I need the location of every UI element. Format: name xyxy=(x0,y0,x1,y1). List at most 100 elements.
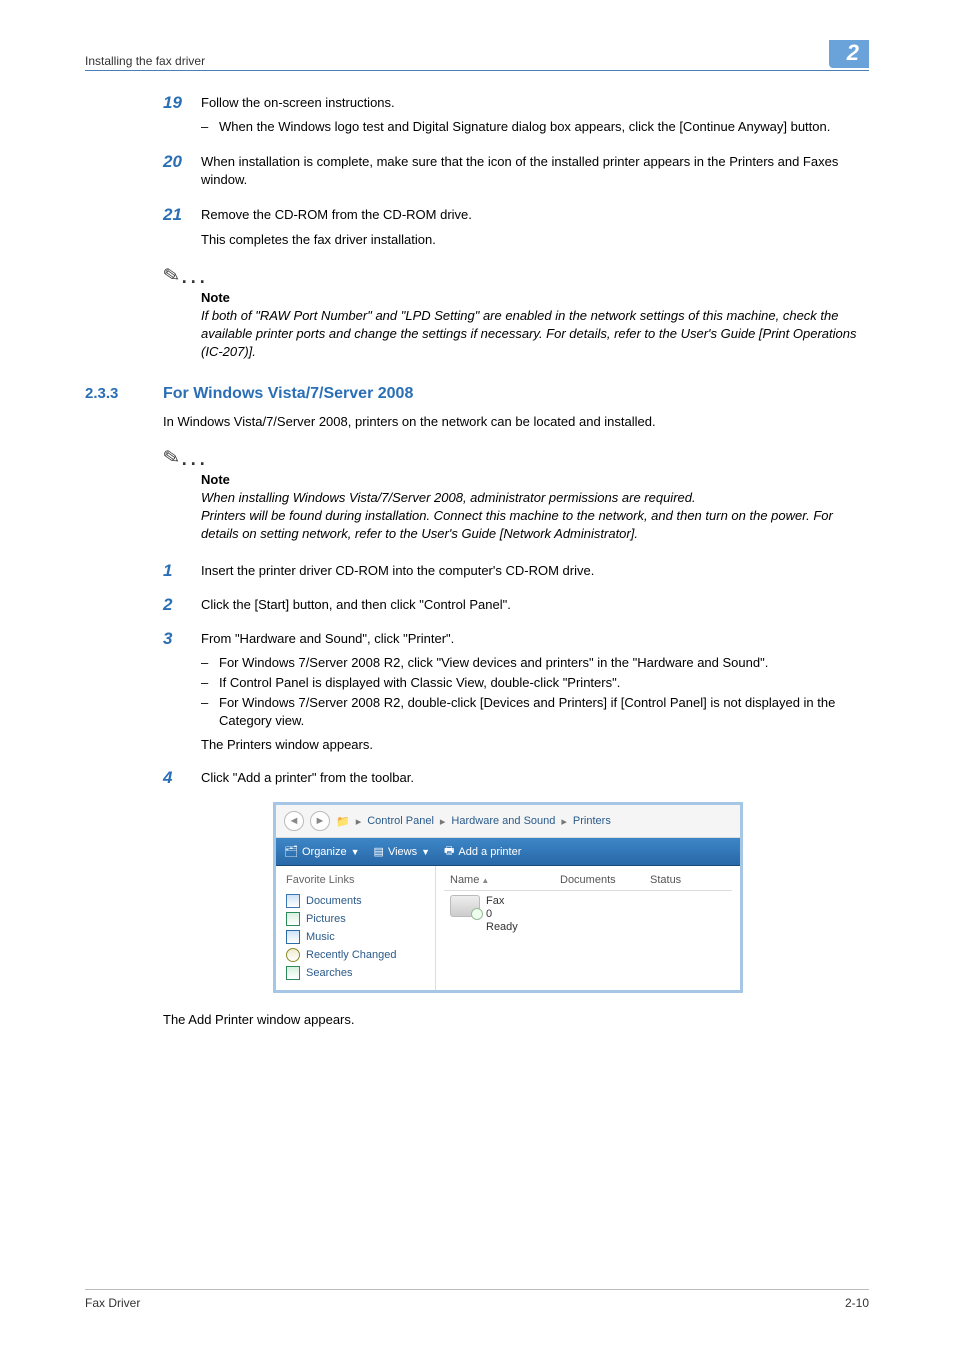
step-number: 20 xyxy=(163,152,201,172)
page-footer: Fax Driver 2-10 xyxy=(85,1289,869,1310)
note-label: Note xyxy=(201,472,869,487)
after-screenshot-text: The Add Printer window appears. xyxy=(163,1011,869,1029)
device-name: Fax xyxy=(486,895,518,908)
pencil-icon: ✎ xyxy=(161,262,182,290)
note-body: If both of "RAW Port Number" and "LPD Se… xyxy=(201,307,869,361)
step-number: 1 xyxy=(163,561,201,581)
note-body-line: Printers will be found during installati… xyxy=(201,507,869,543)
step-21: 21 Remove the CD-ROM from the CD-ROM dri… xyxy=(163,205,869,225)
dash-icon: – xyxy=(201,694,219,730)
step-sub-text: For Windows 7/Server 2008 R2, click "Vie… xyxy=(219,654,869,672)
header-title: Installing the fax driver xyxy=(85,54,205,68)
organize-label: Organize xyxy=(302,846,347,858)
page-header: Installing the fax driver 2 xyxy=(85,40,869,71)
section-title: For Windows Vista/7/Server 2008 xyxy=(163,385,413,403)
step-sub-text: If Control Panel is displayed with Class… xyxy=(219,674,869,692)
step-number: 3 xyxy=(163,629,201,649)
step-19: 19 Follow the on-screen instructions. – … xyxy=(163,93,869,136)
step-number: 21 xyxy=(163,205,201,225)
step-text: Remove the CD-ROM from the CD-ROM drive. xyxy=(201,205,869,224)
column-documents[interactable]: Documents xyxy=(554,870,644,890)
step-text: Insert the printer driver CD-ROM into th… xyxy=(201,561,869,580)
device-row[interactable]: Fax 0 Ready xyxy=(444,891,732,938)
chevron-down-icon: ▼ xyxy=(351,847,360,857)
ellipsis-icon: ... xyxy=(182,267,209,288)
step-sub-text: For Windows 7/Server 2008 R2, double-cli… xyxy=(219,694,869,730)
chapter-badge: 2 xyxy=(829,40,869,68)
address-bar[interactable]: ◄ ► 📁 ▸ Control Panel ▸ Hardware and Sou… xyxy=(276,805,740,838)
pencil-icon: ✎ xyxy=(161,444,182,472)
searches-icon xyxy=(286,966,300,980)
note-body-line: When installing Windows Vista/7/Server 2… xyxy=(201,489,869,507)
column-name[interactable]: Name▲ xyxy=(444,870,554,890)
step-20: 20 When installation is complete, make s… xyxy=(163,152,869,189)
step-sub-item: – For Windows 7/Server 2008 R2, click "V… xyxy=(201,654,869,672)
note-label: Note xyxy=(201,290,869,305)
favorite-link-label: Pictures xyxy=(306,913,346,925)
favorite-link-label: Recently Changed xyxy=(306,949,397,961)
breadcrumb-separator-icon: ▸ xyxy=(356,815,362,828)
favorites-heading: Favorite Links xyxy=(286,874,425,886)
add-printer-button[interactable]: 🖶 Add a printer xyxy=(444,842,521,861)
favorites-pane: Favorite Links Documents Pictures Music … xyxy=(276,866,436,990)
step-3: 3 From "Hardware and Sound", click "Prin… xyxy=(163,629,869,754)
dash-icon: – xyxy=(201,118,219,136)
step-4: 4 Click "Add a printer" from the toolbar… xyxy=(163,768,869,788)
toolbar: 🗂 Organize ▼ ▤ Views ▼ 🖶 Add a printer xyxy=(276,838,740,866)
step-number: 2 xyxy=(163,595,201,615)
forward-button[interactable]: ► xyxy=(310,811,330,831)
favorite-link-searches[interactable]: Searches xyxy=(286,964,425,982)
device-status: Ready xyxy=(486,921,518,934)
favorite-link-label: Searches xyxy=(306,967,352,979)
favorite-link-recently-changed[interactable]: Recently Changed xyxy=(286,946,425,964)
printers-window-screenshot: ◄ ► 📁 ▸ Control Panel ▸ Hardware and Sou… xyxy=(273,802,869,993)
section-intro: In Windows Vista/7/Server 2008, printers… xyxy=(163,413,869,431)
breadcrumb-item[interactable]: Control Panel xyxy=(367,815,434,827)
sort-asc-icon: ▲ xyxy=(481,876,489,885)
breadcrumb-item[interactable]: Hardware and Sound xyxy=(451,815,555,827)
favorite-link-documents[interactable]: Documents xyxy=(286,892,425,910)
views-button[interactable]: ▤ Views ▼ xyxy=(374,845,430,858)
column-status[interactable]: Status xyxy=(644,870,732,890)
step-after-text: This completes the fax driver installati… xyxy=(201,231,869,249)
views-label: Views xyxy=(388,846,417,858)
organize-button[interactable]: 🗂 Organize ▼ xyxy=(284,845,360,858)
step-sub-item: – If Control Panel is displayed with Cla… xyxy=(201,674,869,692)
note-block: ✎ ... Note If both of "RAW Port Number" … xyxy=(163,263,869,361)
add-printer-icon: 🖶 xyxy=(444,842,454,861)
pictures-icon xyxy=(286,912,300,926)
back-button[interactable]: ◄ xyxy=(284,811,304,831)
favorite-link-label: Documents xyxy=(306,895,362,907)
step-text: Follow the on-screen instructions. xyxy=(201,94,869,112)
step-text: From "Hardware and Sound", click "Printe… xyxy=(201,630,869,648)
column-headers: Name▲ Documents Status xyxy=(444,870,732,891)
column-label: Name xyxy=(450,874,479,886)
step-sub-item: – For Windows 7/Server 2008 R2, double-c… xyxy=(201,694,869,730)
organize-icon: 🗂 xyxy=(284,845,298,858)
dash-icon: – xyxy=(201,674,219,692)
favorite-link-music[interactable]: Music xyxy=(286,928,425,946)
ellipsis-icon: ... xyxy=(182,449,209,470)
step-number: 19 xyxy=(163,93,201,113)
note-block: ✎ ... Note When installing Windows Vista… xyxy=(163,445,869,543)
section-heading: 2.3.3 For Windows Vista/7/Server 2008 xyxy=(85,385,869,403)
section-number: 2.3.3 xyxy=(85,385,163,402)
music-icon xyxy=(286,930,300,944)
footer-left: Fax Driver xyxy=(85,1296,140,1310)
favorite-link-label: Music xyxy=(306,931,335,943)
step-1: 1 Insert the printer driver CD-ROM into … xyxy=(163,561,869,581)
step-2: 2 Click the [Start] button, and then cli… xyxy=(163,595,869,615)
breadcrumb-separator-icon: ▸ xyxy=(561,815,567,828)
dash-icon: – xyxy=(201,654,219,672)
chevron-down-icon: ▼ xyxy=(421,847,430,857)
step-text: When installation is complete, make sure… xyxy=(201,152,869,189)
step-text: Click the [Start] button, and then click… xyxy=(201,595,869,614)
footer-right: 2-10 xyxy=(845,1296,869,1310)
fax-device-icon xyxy=(450,895,480,917)
favorite-link-pictures[interactable]: Pictures xyxy=(286,910,425,928)
device-docs: 0 xyxy=(486,908,518,921)
folder-icon: 📁 xyxy=(336,815,350,828)
device-list: Name▲ Documents Status Fax 0 Ready xyxy=(436,866,740,990)
breadcrumb-item[interactable]: Printers xyxy=(573,815,611,827)
step-sub-item: – When the Windows logo test and Digital… xyxy=(201,118,869,136)
